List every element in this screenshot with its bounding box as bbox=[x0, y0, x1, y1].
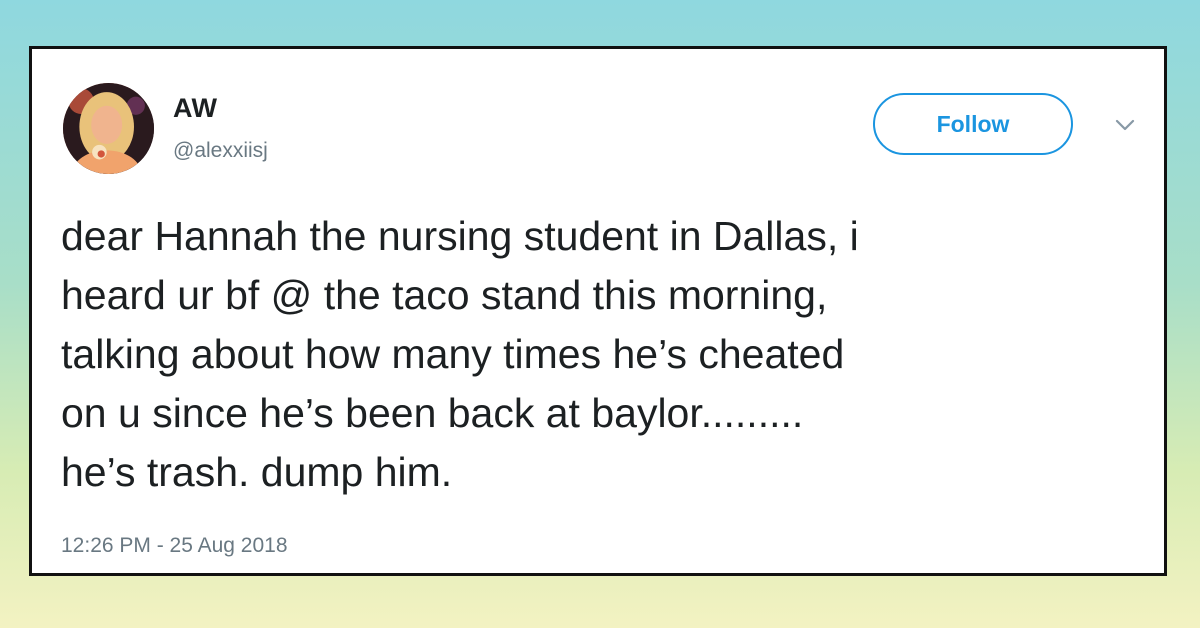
author-handle[interactable]: @alexxiisj bbox=[173, 139, 268, 163]
tweet-text-line: dear Hannah the nursing student in Dalla… bbox=[61, 213, 859, 259]
follow-button[interactable]: Follow bbox=[873, 93, 1073, 155]
tweet-text: dear Hannah the nursing student in Dalla… bbox=[61, 207, 1141, 502]
author-name[interactable]: AW bbox=[173, 93, 218, 124]
tweet-timestamp[interactable]: 12:26 PM - 25 Aug 2018 bbox=[61, 534, 288, 558]
tweet-text-line: heard ur bf @ the taco stand this mornin… bbox=[61, 272, 828, 318]
avatar-photo bbox=[63, 83, 154, 174]
tweet-text-line: on u since he’s been back at baylor.....… bbox=[61, 390, 804, 436]
tweet-card: AW @alexxiisj Follow dear Hannah the nur… bbox=[29, 46, 1167, 576]
tweet-text-line: he’s trash. dump him. bbox=[61, 449, 453, 495]
avatar[interactable] bbox=[63, 83, 154, 174]
tweet-text-line: talking about how many times he’s cheate… bbox=[61, 331, 845, 377]
chevron-down-icon[interactable] bbox=[1114, 117, 1136, 133]
